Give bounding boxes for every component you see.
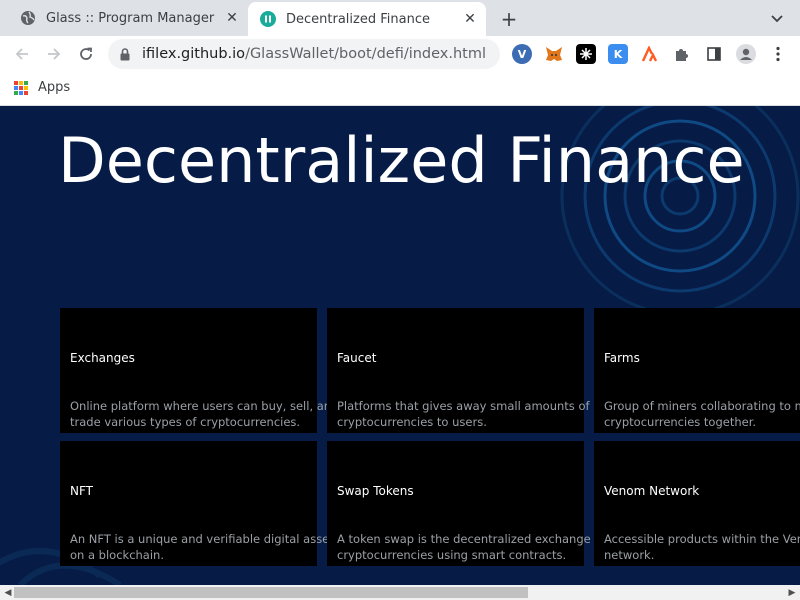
card-venom-network[interactable]: Venom Network Accessible products within… — [594, 441, 800, 566]
tab-glass-program-manager[interactable]: Glass :: Program Manager ✕ — [8, 2, 248, 34]
card-description: Group of miners collaborating to minecry… — [604, 399, 800, 429]
card-nft[interactable]: NFT An NFT is a unique and verifiable di… — [60, 441, 334, 566]
apps-label: Apps — [38, 80, 71, 95]
globe-icon — [20, 10, 36, 26]
keplr-icon[interactable]: K — [608, 44, 628, 64]
new-tab-button[interactable]: + — [498, 7, 520, 31]
horizontal-scrollbar[interactable]: ◀ ▶ — [0, 585, 800, 600]
card-title: Exchanges — [70, 351, 135, 365]
card-title: NFT — [70, 484, 93, 498]
bookmarks-bar: Apps — [0, 72, 800, 106]
menu-icon[interactable] — [768, 44, 788, 64]
puzzle-icon[interactable] — [672, 44, 692, 64]
tab-search-icon[interactable] — [766, 8, 788, 30]
tab-title: Decentralized Finance — [286, 11, 430, 27]
card-title: Faucet — [337, 351, 377, 365]
back-icon[interactable] — [8, 40, 36, 68]
sidepanel-icon[interactable] — [704, 44, 724, 64]
url-host: ifilex.github.io — [142, 46, 246, 62]
card-description: Online platform where users can buy, sel… — [70, 399, 339, 429]
card-description: A token swap is the decentralized exchan… — [337, 532, 606, 562]
card-title: Swap Tokens — [337, 484, 414, 498]
card-exchanges[interactable]: Exchanges Online platform where users ca… — [60, 308, 339, 433]
site-favicon — [260, 11, 276, 27]
forward-icon[interactable] — [40, 40, 68, 68]
page-title: Decentralized Finance — [58, 124, 745, 197]
page-content: Decentralized Finance Exchanges Online p… — [0, 106, 800, 585]
ai-icon[interactable] — [640, 44, 660, 64]
card-farms[interactable]: Farms Group of miners collaborating to m… — [594, 308, 800, 433]
url-path: /GlassWallet/boot/defi/index.html — [245, 46, 487, 62]
tab-title: Glass :: Program Manager — [46, 10, 215, 26]
scroll-right-icon[interactable]: ▶ — [786, 587, 798, 598]
card-description: Platforms that gives away small amounts … — [337, 399, 590, 429]
card-description: An NFT is a unique and verifiable digita… — [70, 532, 334, 562]
apps-shortcut[interactable]: Apps — [14, 80, 70, 95]
reload-icon[interactable] — [72, 40, 100, 68]
metamask-icon[interactable] — [544, 44, 564, 64]
card-faucet[interactable]: Faucet Platforms that gives away small a… — [327, 308, 590, 433]
card-title: Venom Network — [604, 484, 700, 498]
close-tab-icon[interactable]: ✕ — [222, 8, 242, 28]
scroll-left-icon[interactable]: ◀ — [2, 587, 14, 598]
wallet-icon[interactable] — [576, 44, 596, 64]
card-swap-tokens[interactable]: Swap Tokens A token swap is the decentra… — [327, 441, 606, 566]
scrollbar-thumb[interactable] — [14, 587, 528, 598]
card-title: Farms — [604, 351, 640, 365]
card-description: Accessible products within the Venomnetw… — [604, 532, 800, 562]
address-bar[interactable]: ifilex.github.io/GlassWallet/boot/defi/i… — [108, 39, 500, 69]
profile-icon[interactable] — [736, 44, 756, 64]
tab-decentralized-finance[interactable]: Decentralized Finance ✕ — [248, 2, 486, 36]
vivaldi-icon[interactable]: V — [512, 44, 532, 64]
apps-grid-icon — [14, 80, 28, 95]
tab-strip: Glass :: Program Manager ✕ Decentralized… — [0, 0, 800, 36]
lock-icon[interactable] — [120, 47, 134, 61]
close-tab-icon[interactable]: ✕ — [460, 9, 480, 29]
browser-toolbar: ifilex.github.io/GlassWallet/boot/defi/i… — [0, 36, 800, 72]
